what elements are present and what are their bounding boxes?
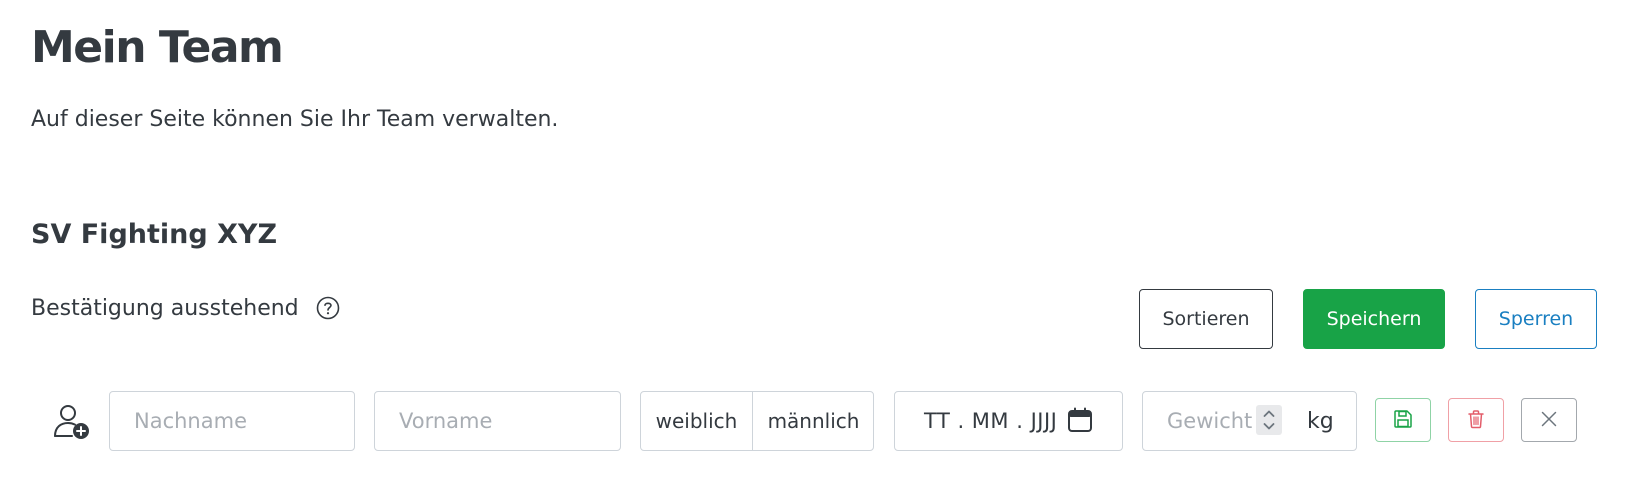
lock-button[interactable]: Sperren: [1475, 289, 1597, 349]
weight-field: kg: [1142, 391, 1357, 451]
delete-member-button[interactable]: [1448, 398, 1504, 442]
cancel-member-button[interactable]: [1521, 398, 1577, 442]
birthdate-input[interactable]: TT . MM . JJJJ: [894, 391, 1123, 451]
question-circle-icon[interactable]: [316, 296, 340, 320]
team-status-row: Bestätigung ausstehend: [31, 293, 340, 323]
gender-option-male[interactable]: männlich: [753, 392, 873, 450]
team-name: SV Fighting XYZ: [31, 219, 278, 250]
page-title: Mein Team: [31, 22, 284, 73]
calendar-icon[interactable]: [1067, 407, 1093, 433]
firstname-input[interactable]: [374, 391, 621, 451]
floppy-disk-icon: [1393, 409, 1413, 432]
user-add-icon: [53, 403, 91, 441]
gender-option-female[interactable]: weiblich: [641, 392, 753, 450]
weight-spinner[interactable]: [1256, 405, 1282, 435]
birthdate-placeholder: TT . MM . JJJJ: [924, 409, 1058, 433]
page-description: Auf dieser Seite können Sie Ihr Team ver…: [31, 107, 559, 132]
team-status-text: Bestätigung ausstehend: [31, 295, 299, 321]
lastname-input[interactable]: [109, 391, 355, 451]
save-button[interactable]: Speichern: [1303, 289, 1445, 349]
sort-button[interactable]: Sortieren: [1139, 289, 1273, 349]
gender-toggle-group: weiblich männlich: [640, 391, 874, 451]
weight-unit: kg: [1307, 409, 1334, 434]
trash-icon: [1466, 409, 1486, 432]
save-member-button[interactable]: [1375, 398, 1431, 442]
close-icon: [1539, 409, 1559, 432]
